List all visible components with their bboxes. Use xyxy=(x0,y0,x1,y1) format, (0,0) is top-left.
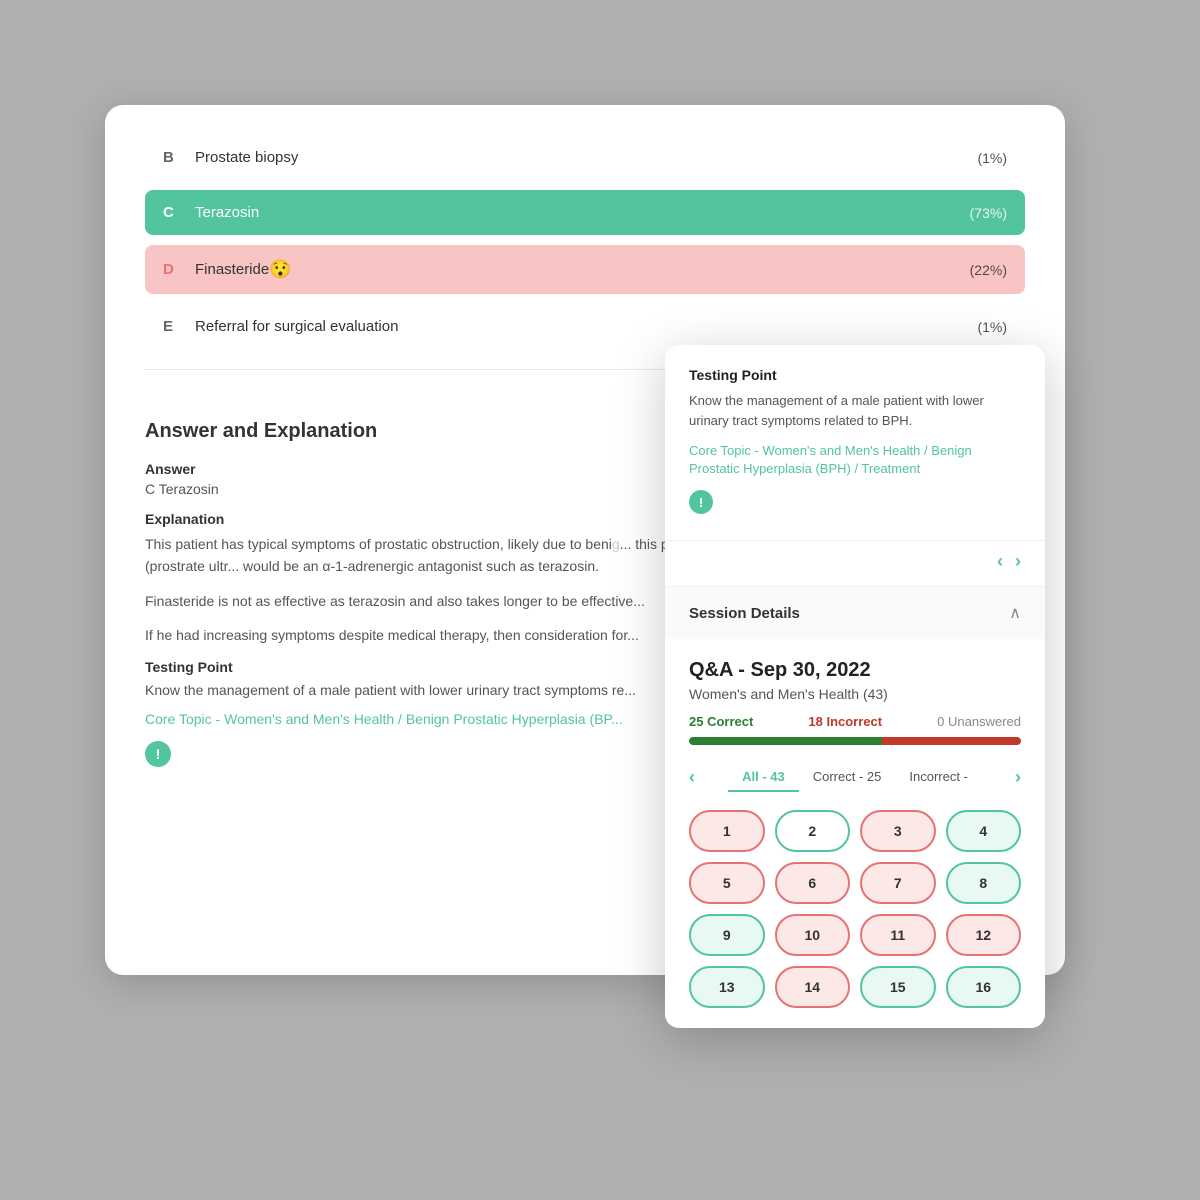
progress-bar xyxy=(689,737,1021,745)
filter-next-button[interactable]: › xyxy=(1015,767,1021,788)
session-qa-title: Q&A - Sep 30, 2022 xyxy=(689,659,1021,682)
popup-prev-button[interactable]: ‹ xyxy=(997,551,1003,572)
option-d-text: Finasteride xyxy=(195,261,269,278)
option-e-text: Referral for surgical evaluation xyxy=(195,318,398,335)
option-c-percent: (73%) xyxy=(970,205,1007,221)
q-num-5[interactable]: 5 xyxy=(689,862,765,904)
filter-prev-button[interactable]: ‹ xyxy=(689,767,695,788)
answer-option-e[interactable]: E Referral for surgical evaluation (1%) xyxy=(145,304,1025,349)
popup-card: Testing Point Know the management of a m… xyxy=(665,345,1045,1028)
session-header-title: Session Details xyxy=(689,605,800,622)
option-b-letter: B xyxy=(163,149,181,166)
q-num-1[interactable]: 1 xyxy=(689,810,765,852)
question-grid: 1 2 3 4 5 6 7 8 9 10 11 12 13 14 15 16 xyxy=(689,810,1021,1008)
popup-tp-title: Testing Point xyxy=(689,367,1021,383)
filter-tab-all[interactable]: All - 43 xyxy=(728,763,799,792)
option-d-emoji: 😯 xyxy=(269,259,291,280)
q-num-13[interactable]: 13 xyxy=(689,966,765,1008)
q-num-7[interactable]: 7 xyxy=(860,862,936,904)
stat-incorrect: 18 Incorrect xyxy=(808,714,882,729)
q-num-4[interactable]: 4 xyxy=(946,810,1022,852)
answer-option-b[interactable]: B Prostate biopsy (1%) xyxy=(145,135,1025,180)
popup-nav-buttons: ‹ › xyxy=(665,541,1045,586)
q-num-16[interactable]: 16 xyxy=(946,966,1022,1008)
q-num-14[interactable]: 14 xyxy=(775,966,851,1008)
progress-incorrect-fill xyxy=(882,737,1021,745)
option-e-percent: (1%) xyxy=(977,319,1007,335)
q-num-9[interactable]: 9 xyxy=(689,914,765,956)
q-num-12[interactable]: 12 xyxy=(946,914,1022,956)
session-content: Q&A - Sep 30, 2022 Women's and Men's Hea… xyxy=(665,639,1045,1028)
filter-tabs: ‹ All - 43 Correct - 25 Incorrect - › xyxy=(689,763,1021,792)
stat-unanswered: 0 Unanswered xyxy=(937,714,1021,729)
stat-correct: 25 Correct xyxy=(689,714,753,729)
popup-testing-point: Testing Point Know the management of a m… xyxy=(665,345,1045,541)
q-num-10[interactable]: 10 xyxy=(775,914,851,956)
option-c-text: Terazosin xyxy=(195,204,259,221)
q-num-11[interactable]: 11 xyxy=(860,914,936,956)
alert-icon[interactable]: ! xyxy=(145,741,171,767)
popup-next-button[interactable]: › xyxy=(1015,551,1021,572)
q-num-3[interactable]: 3 xyxy=(860,810,936,852)
q-num-8[interactable]: 8 xyxy=(946,862,1022,904)
filter-tab-incorrect[interactable]: Incorrect - xyxy=(895,763,982,792)
option-b-percent: (1%) xyxy=(977,150,1007,166)
option-d-letter: D xyxy=(163,261,181,278)
popup-tp-link[interactable]: Core Topic - Women's and Men's Health / … xyxy=(689,442,1021,478)
answer-option-c[interactable]: C Terazosin (73%) xyxy=(145,190,1025,235)
q-num-15[interactable]: 15 xyxy=(860,966,936,1008)
option-c-letter: C xyxy=(163,204,181,221)
q-num-2[interactable]: 2 xyxy=(775,810,851,852)
option-e-letter: E xyxy=(163,318,181,335)
session-subject: Women's and Men's Health (43) xyxy=(689,686,1021,702)
session-header[interactable]: Session Details ∧ xyxy=(665,586,1045,639)
option-b-text: Prostate biopsy xyxy=(195,149,298,166)
q-num-6[interactable]: 6 xyxy=(775,862,851,904)
session-details: Session Details ∧ Q&A - Sep 30, 2022 Wom… xyxy=(665,586,1045,1028)
filter-tab-correct[interactable]: Correct - 25 xyxy=(799,763,896,792)
answer-options: B Prostate biopsy (1%) C Terazosin (73%)… xyxy=(145,135,1025,349)
answer-option-d[interactable]: D Finasteride 😯 (22%) xyxy=(145,245,1025,294)
session-collapse-icon: ∧ xyxy=(1009,603,1021,623)
filter-tabs-inner: All - 43 Correct - 25 Incorrect - xyxy=(728,763,982,792)
popup-alert-icon[interactable]: ! xyxy=(689,490,713,514)
session-stats-row: 25 Correct 18 Incorrect 0 Unanswered xyxy=(689,714,1021,729)
progress-correct-fill xyxy=(689,737,882,745)
popup-tp-text: Know the management of a male patient wi… xyxy=(689,391,1021,430)
option-d-percent: (22%) xyxy=(970,262,1007,278)
